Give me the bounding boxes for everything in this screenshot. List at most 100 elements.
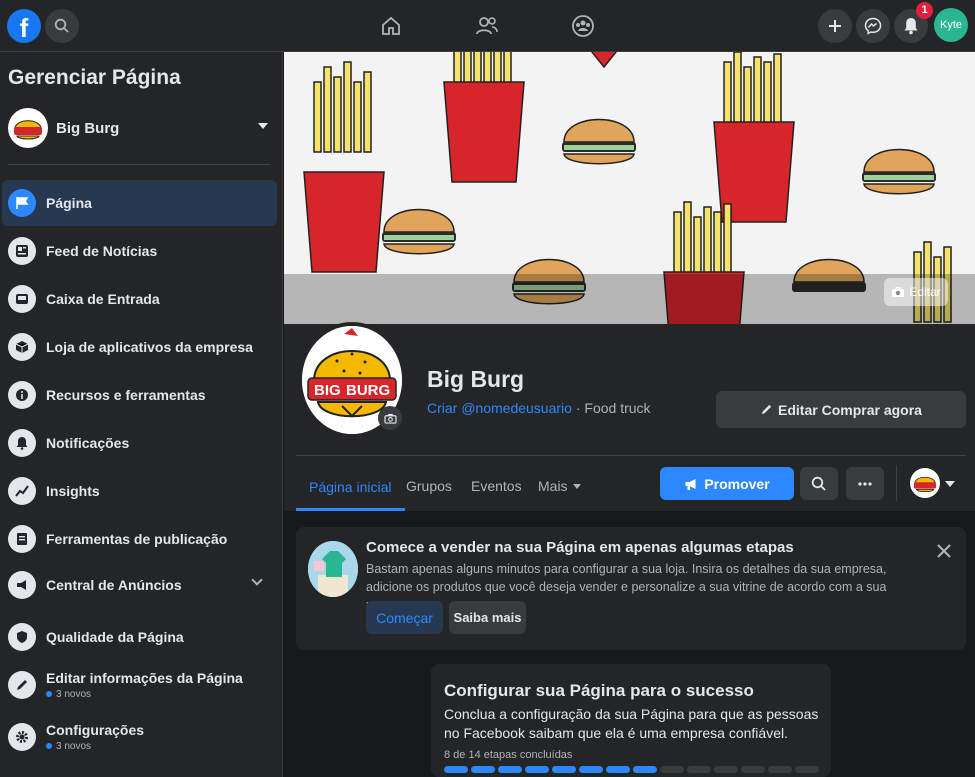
page-avatar-switch[interactable]: [910, 468, 940, 498]
progress-step: [660, 766, 684, 773]
groups-nav-button[interactable]: [569, 12, 597, 40]
page-subtitle: Criar @nomedeusuario · Food truck: [427, 400, 651, 416]
sidebar-item-label: Insights: [46, 483, 100, 499]
sidebar-item-app-store[interactable]: Loja de aplicativos da empresa: [2, 324, 277, 370]
gear-icon: [8, 723, 36, 751]
progress-step: [444, 766, 468, 773]
bell-icon: [8, 429, 36, 457]
sidebar-item-label: Ferramentas de publicação: [46, 531, 228, 547]
news-feed-icon: [8, 237, 36, 265]
tab-more-label: Mais: [538, 478, 568, 494]
progress-step: [471, 766, 495, 773]
progress-step: [633, 766, 657, 773]
edit-buy-now-button[interactable]: Editar Comprar agora: [716, 391, 966, 428]
promote-button[interactable]: Promover: [660, 467, 794, 500]
ellipsis-icon: [858, 481, 872, 486]
edit-cover-label: Editar: [909, 285, 941, 299]
camera-icon: [383, 413, 397, 424]
facebook-logo[interactable]: f: [7, 9, 41, 43]
tab-events[interactable]: Eventos: [471, 466, 522, 506]
top-navigation-bar: f 1 Kyte: [0, 0, 975, 52]
messenger-icon: [864, 17, 882, 35]
edit-cover-button[interactable]: Editar: [884, 278, 948, 306]
logo-text-big: BIG: [314, 382, 341, 399]
shop-illustration: [308, 541, 358, 597]
close-button[interactable]: [932, 539, 956, 563]
publishing-icon: [8, 525, 36, 553]
sidebar-item-label: Caixa de Entrada: [46, 291, 160, 307]
messenger-button[interactable]: [856, 9, 890, 43]
sidebar-item-label: Central de Anúncios: [46, 577, 182, 593]
caret-down-icon[interactable]: [945, 481, 955, 487]
sidebar-item-new-count: 3 novos: [46, 689, 243, 700]
learn-more-button[interactable]: Saiba mais: [449, 601, 526, 634]
insights-icon: [8, 477, 36, 505]
sidebar-item-ads-center[interactable]: Central de Anúncios: [2, 562, 277, 608]
search-icon: [811, 476, 826, 491]
page-switcher-name: Big Burg: [56, 119, 120, 137]
search-button[interactable]: [45, 9, 79, 43]
progress-step: [552, 766, 576, 773]
caret-down-icon: [258, 123, 268, 129]
pencil-icon: [8, 671, 36, 699]
sidebar-item-new-count: 3 novos: [46, 741, 144, 752]
sidebar-item-label: Recursos e ferramentas: [46, 387, 206, 403]
big-burg-logo: [910, 468, 940, 498]
camera-icon: [892, 287, 905, 297]
edit-buy-now-label: Editar Comprar agora: [778, 401, 922, 418]
shield-icon: [8, 623, 36, 651]
sidebar-item-insights[interactable]: Insights: [2, 468, 277, 514]
bell-icon: [904, 18, 918, 35]
groups-icon: [572, 15, 594, 37]
flag-icon: [8, 189, 36, 217]
pencil-icon: [761, 404, 772, 415]
manage-page-sidebar: Gerenciar Página Big Burg Página Feed de…: [0, 52, 283, 777]
sidebar-item-page-quality[interactable]: Qualidade da Página: [2, 614, 277, 660]
sidebar-divider: [8, 164, 270, 165]
edit-profile-photo-button[interactable]: [378, 406, 402, 430]
sidebar-item-settings[interactable]: Configurações 3 novos: [2, 714, 277, 760]
start-selling-button[interactable]: Começar: [366, 601, 443, 634]
setup-card-title: Configurar sua Página para o sucesso: [444, 681, 754, 700]
more-options-button[interactable]: [846, 467, 884, 500]
create-button[interactable]: [818, 9, 852, 43]
sidebar-item-feed[interactable]: Feed de Notícias: [2, 228, 277, 274]
tab-more[interactable]: Mais: [538, 466, 581, 506]
sidebar-item-resources[interactable]: Recursos e ferramentas: [2, 372, 277, 418]
page-switcher[interactable]: Big Burg: [8, 107, 270, 149]
vertical-divider: [896, 465, 897, 501]
progress-step: [768, 766, 792, 773]
sidebar-item-inbox[interactable]: Caixa de Entrada: [2, 276, 277, 322]
chevron-down-icon[interactable]: [251, 574, 263, 586]
page-title: Big Burg: [427, 366, 525, 392]
sidebar-item-publishing[interactable]: Ferramentas de publicação: [2, 516, 277, 562]
sidebar-item-edit-info[interactable]: Editar informações da Página 3 novos: [2, 662, 277, 708]
sidebar-item-label: Notificações: [46, 435, 130, 451]
create-username-link[interactable]: Criar @nomedeusuario: [427, 400, 572, 416]
page-setup-card: Configurar sua Página para o sucesso Con…: [431, 664, 831, 777]
sidebar-item-pagina[interactable]: Página: [2, 180, 277, 226]
sidebar-item-title: Configurações: [46, 722, 145, 738]
fries-burger-pattern: [284, 52, 975, 324]
sidebar-item-label: Loja de aplicativos da empresa: [46, 339, 253, 355]
tab-home[interactable]: Página inicial: [296, 466, 405, 511]
sidebar-item-notifications[interactable]: Notificações: [2, 420, 277, 466]
tab-groups[interactable]: Grupos: [406, 466, 452, 506]
friends-nav-button[interactable]: [473, 12, 501, 40]
setup-card-description: Conclua a configuração da sua Página par…: [444, 706, 819, 741]
home-nav-button[interactable]: [377, 12, 405, 40]
progress-step: [498, 766, 522, 773]
sidebar-item-label: Página: [46, 195, 92, 211]
sidebar-title: Gerenciar Página: [8, 66, 181, 89]
cover-photo[interactable]: [284, 52, 975, 324]
info-icon: [8, 381, 36, 409]
sidebar-item-label: Configurações 3 novos: [46, 722, 144, 752]
page-search-button[interactable]: [800, 467, 838, 500]
progress-step: [687, 766, 711, 773]
promote-label: Promover: [704, 475, 770, 492]
app-store-icon: [8, 333, 36, 361]
user-avatar[interactable]: Kyte: [934, 8, 968, 42]
home-icon: [382, 16, 400, 35]
plus-icon: [829, 20, 841, 32]
megaphone-icon: [685, 478, 696, 490]
